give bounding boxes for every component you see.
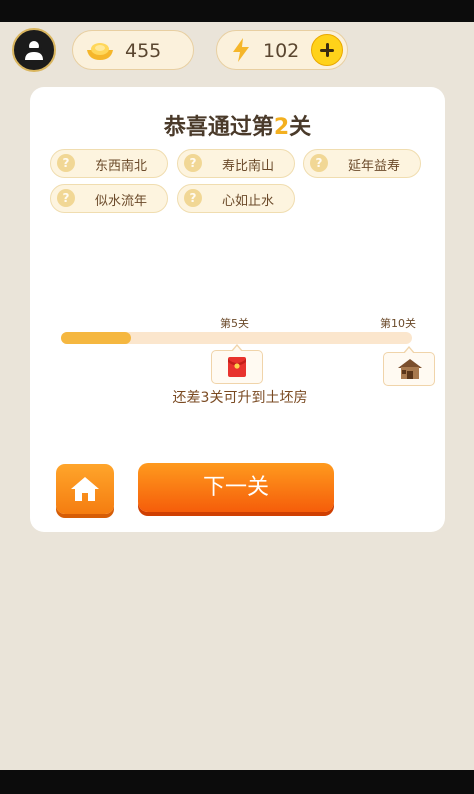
- red-envelope-reward[interactable]: [211, 344, 263, 384]
- energy-amount: 102: [263, 40, 300, 62]
- mud-house-reward[interactable]: [383, 346, 435, 386]
- idiom-text: 寿比南山: [221, 159, 274, 174]
- stage-5-label: 第5关: [220, 317, 249, 330]
- idiom-tag: ? 寿比南山: [177, 149, 295, 178]
- title-suffix: 关: [289, 115, 312, 140]
- idiom-tag: ? 似水流年: [50, 184, 168, 213]
- idiom-text: 似水流年: [94, 194, 147, 209]
- page-title: 恭喜通过第2关: [30, 109, 445, 141]
- question-icon: ?: [184, 154, 202, 172]
- level-progress-fill: [61, 332, 132, 344]
- mud-house-icon: [398, 359, 422, 379]
- lightning-icon: [233, 38, 249, 62]
- gold-counter[interactable]: 455: [72, 30, 194, 70]
- level-progress-bar: [61, 332, 412, 344]
- gold-amount: 455: [125, 40, 162, 62]
- idiom-text: 东西南北: [94, 159, 147, 174]
- idiom-tag: ? 心如止水: [177, 184, 295, 213]
- add-energy-button[interactable]: [311, 34, 343, 66]
- level-complete-card: 恭喜通过第2关 ? 东西南北 ? 寿比南山 ? 延年益寿 ? 似水流年 ? 心如…: [30, 87, 445, 532]
- question-icon: ?: [57, 154, 75, 172]
- avatar[interactable]: [12, 28, 56, 72]
- idiom-text: 延年益寿: [347, 159, 400, 174]
- next-level-button[interactable]: 下一关: [138, 463, 334, 512]
- home-button[interactable]: [56, 464, 114, 514]
- remaining-levels-text: 还差3关可升到土坯房: [172, 390, 308, 406]
- red-envelope-icon: [228, 357, 246, 377]
- question-icon: ?: [310, 154, 328, 172]
- idiom-tag: ? 延年益寿: [303, 149, 421, 178]
- question-icon: ?: [57, 189, 75, 207]
- idiom-text: 心如止水: [221, 194, 274, 209]
- level-number: 2: [273, 115, 290, 140]
- idiom-tag: ? 东西南北: [50, 149, 168, 178]
- title-prefix: 恭喜通过第: [163, 115, 274, 140]
- question-icon: ?: [184, 189, 202, 207]
- user-icon: [25, 41, 43, 60]
- home-icon: [71, 477, 99, 501]
- stage-10-label: 第10关: [380, 317, 416, 330]
- bottom-system-bar: [0, 770, 474, 794]
- energy-counter[interactable]: 102: [216, 30, 348, 70]
- gold-ingot-icon: [87, 43, 113, 60]
- top-system-bar: [0, 0, 474, 22]
